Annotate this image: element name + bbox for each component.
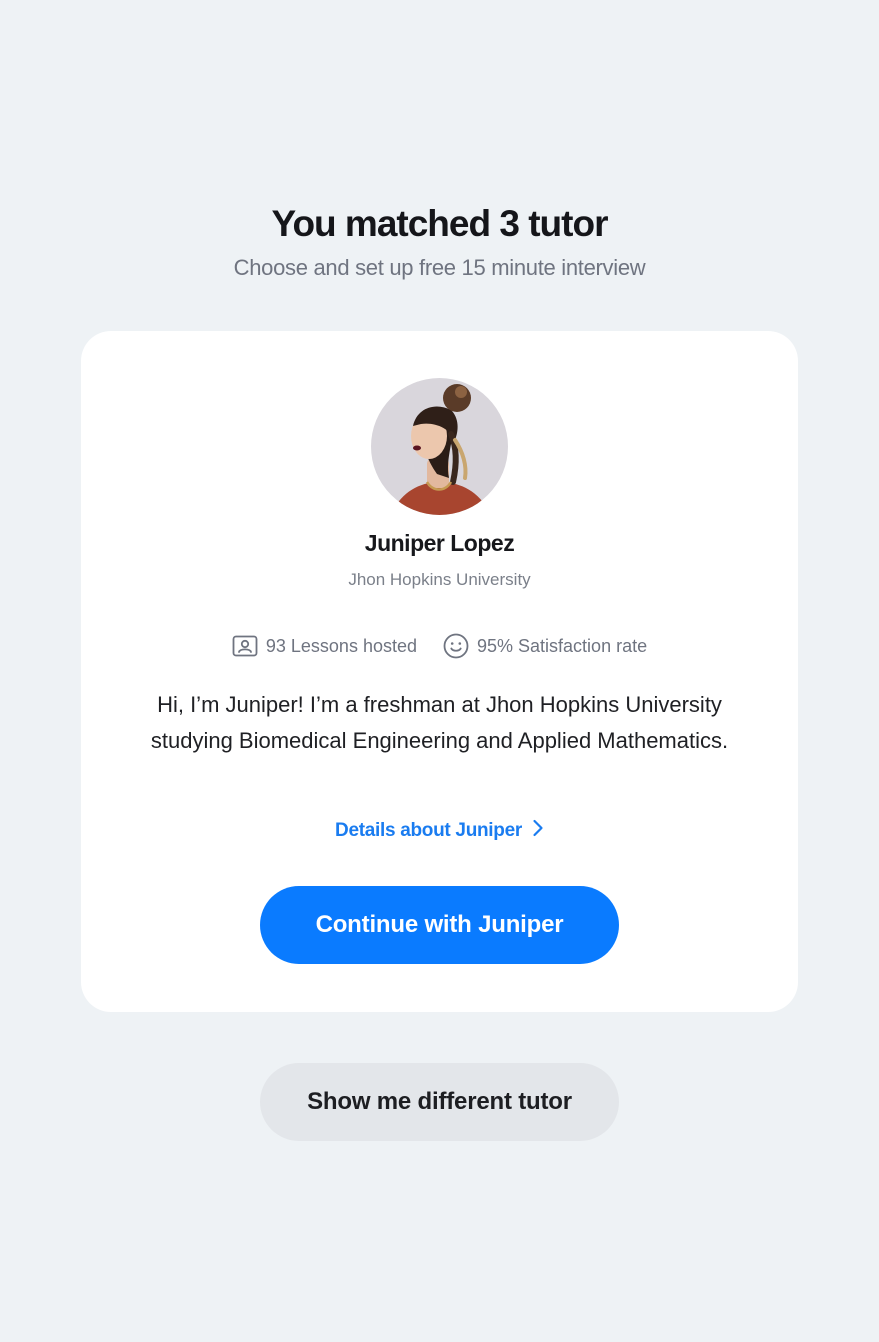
tutor-name: Juniper Lopez [364, 530, 515, 556]
continue-button[interactable]: Continue with Juniper [260, 886, 619, 964]
profile-card-icon [232, 635, 258, 657]
tutor-university: Jhon Hopkins University [348, 570, 531, 589]
lessons-stat: 93 Lessons hosted [232, 635, 417, 657]
tutor-stats: 93 Lessons hosted 95% Satisfaction rate [81, 633, 798, 659]
tutor-avatar [371, 378, 508, 515]
details-link-label: Details about Juniper [335, 820, 522, 841]
smiley-icon [443, 633, 469, 659]
tutor-card: Juniper Lopez Jhon Hopkins University 93… [81, 331, 798, 1012]
satisfaction-label: 95% Satisfaction rate [477, 635, 648, 656]
different-tutor-button[interactable]: Show me different tutor [260, 1063, 619, 1141]
lessons-label: 93 Lessons hosted [265, 635, 417, 656]
header: You matched 3 tutor Choose and set up fr… [0, 200, 879, 282]
page-title: You matched 3 tutor [271, 203, 609, 244]
details-link[interactable]: Details about Juniper [81, 819, 798, 843]
tutor-bio: Hi, I’m Juniper! I’m a freshman at Jhon … [150, 692, 729, 753]
page-subtitle: Choose and set up free 15 minute intervi… [233, 255, 646, 280]
chevron-right-icon [532, 819, 544, 843]
satisfaction-stat: 95% Satisfaction rate [443, 633, 647, 659]
